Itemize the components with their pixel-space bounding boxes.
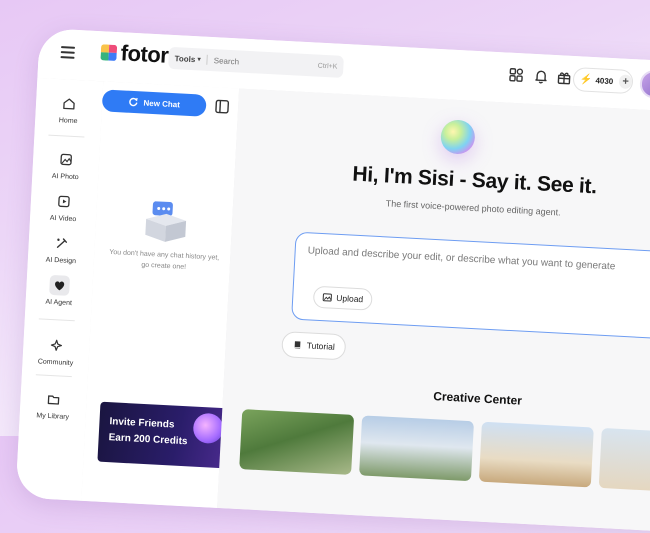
upload-label: Upload — [336, 293, 363, 304]
empty-history-message: You don't have any chat history yet, go … — [101, 248, 226, 275]
book-icon — [293, 340, 304, 351]
sidebar-item-label: AI Video — [50, 215, 77, 223]
invite-title: Invite Friends — [109, 416, 175, 430]
promo-mascot-icon — [193, 413, 225, 445]
credits-badge[interactable]: ⚡ 4030 + — [572, 67, 633, 94]
app-window: fotor Tools ▾ Ctrl+K — [15, 28, 650, 533]
prompt-input[interactable] — [307, 245, 650, 292]
ai-design-icon — [51, 233, 72, 254]
prompt-box[interactable]: Upload — [291, 232, 650, 342]
ai-agent-icon — [49, 275, 70, 296]
sidebar-item-ai-video[interactable]: AI Video — [34, 190, 94, 224]
sidebar-item-community[interactable]: Community — [26, 334, 86, 368]
image-icon — [322, 292, 333, 303]
sidebar-item-label: Community — [38, 358, 74, 367]
invite-subtitle: Earn 200 Credits — [108, 432, 187, 447]
sidebar-item-label: AI Agent — [45, 299, 72, 307]
search-shortcut: Ctrl+K — [318, 62, 338, 70]
folder-icon — [43, 389, 64, 410]
new-chat-button[interactable]: New Chat — [102, 89, 207, 116]
sidebar-divider — [36, 374, 72, 377]
search-scope-dropdown[interactable]: Tools — [174, 54, 195, 64]
creative-thumbnail[interactable] — [599, 428, 650, 494]
page-title: Hi, I'm Sisi - Say it. See it. — [324, 161, 625, 201]
sidebar-divider — [48, 135, 84, 138]
search-input[interactable] — [214, 56, 294, 69]
sidebar-item-ai-design[interactable]: AI Design — [32, 232, 92, 266]
sidebar-divider — [39, 318, 75, 321]
ai-video-icon — [53, 191, 74, 212]
chat-history-panel: New Chat You don't have any chat history… — [81, 81, 240, 508]
sidebar-item-label: Home — [59, 117, 78, 125]
upload-button[interactable]: Upload — [313, 286, 373, 311]
sidebar-item-ai-agent[interactable]: AI Agent — [29, 274, 89, 308]
empty-chat-illustration — [137, 198, 195, 245]
page-subtitle: The first voice-powered photo editing ag… — [323, 195, 623, 221]
add-credits-icon[interactable]: + — [619, 74, 632, 89]
sidebar-item-label: AI Photo — [52, 173, 79, 181]
sidebar-toggle-icon[interactable] — [214, 98, 231, 115]
search-divider — [207, 55, 209, 65]
tutorial-button[interactable]: Tutorial — [281, 331, 346, 360]
refresh-icon — [128, 97, 139, 108]
bell-icon[interactable] — [533, 68, 550, 85]
assistant-orb-icon — [440, 119, 476, 155]
home-icon — [59, 93, 80, 114]
credits-value: 4030 — [595, 76, 613, 86]
invite-friends-banner[interactable]: Invite Friends Earn 200 Credits — [97, 402, 230, 469]
sidebar-item-label: AI Design — [45, 257, 76, 266]
sidebar-item-home[interactable]: Home — [39, 92, 99, 126]
creative-thumbnail[interactable] — [479, 422, 594, 488]
creative-thumbnail[interactable] — [239, 409, 354, 475]
new-chat-label: New Chat — [143, 98, 180, 109]
gift-icon[interactable] — [556, 69, 573, 86]
sidebar-item-ai-photo[interactable]: AI Photo — [36, 148, 96, 182]
logo-text: fotor — [120, 42, 169, 66]
bolt-icon: ⚡ — [580, 74, 593, 86]
avatar[interactable] — [639, 69, 650, 98]
ai-photo-icon — [56, 149, 77, 170]
search-bar[interactable]: Tools ▾ Ctrl+K — [168, 47, 344, 78]
main-content: Hi, I'm Sisi - Say it. See it. The first… — [217, 89, 650, 533]
community-icon — [46, 335, 67, 356]
tutorial-label: Tutorial — [306, 340, 335, 351]
sidebar-item-label: My Library — [36, 412, 69, 421]
creative-thumbnail[interactable] — [359, 415, 474, 481]
logo[interactable]: fotor — [100, 41, 169, 67]
menu-icon[interactable] — [60, 46, 75, 59]
logo-mark-icon — [100, 44, 117, 61]
apps-icon[interactable] — [508, 67, 525, 84]
app-window-frame: fotor Tools ▾ Ctrl+K — [15, 28, 650, 533]
sidebar-item-my-library[interactable]: My Library — [24, 388, 84, 422]
chevron-down-icon: ▾ — [197, 55, 201, 63]
section-title: Creative Center — [433, 389, 522, 408]
